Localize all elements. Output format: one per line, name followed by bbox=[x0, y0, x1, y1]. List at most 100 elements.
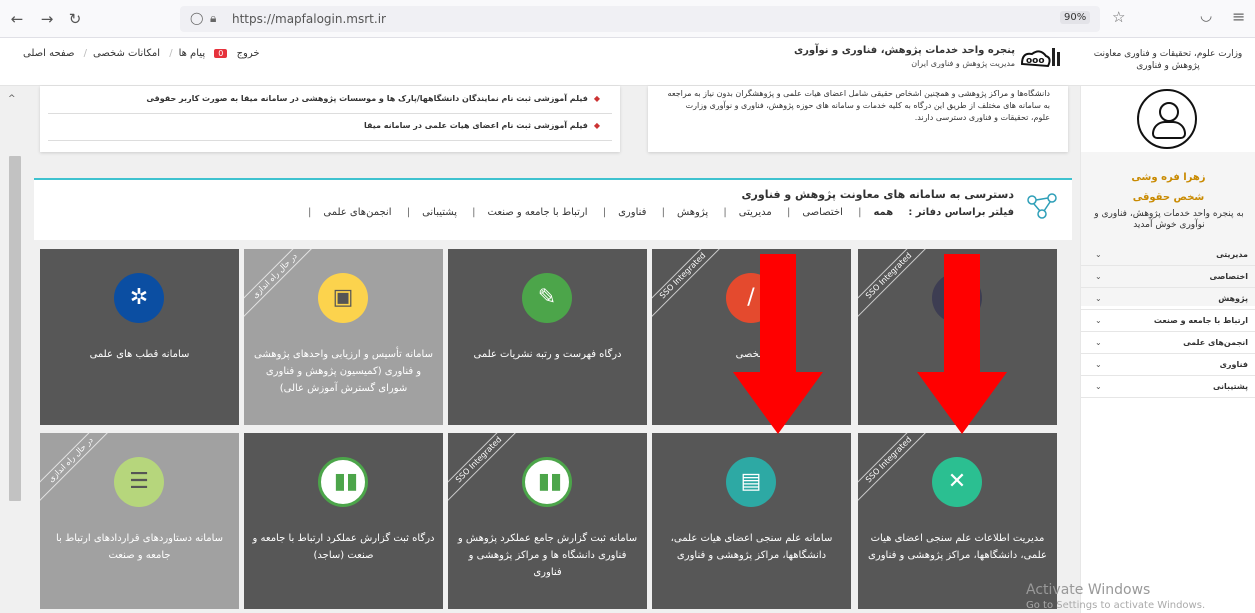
tile-title: سامانه تأسیس و ارزیابی واحدهای پژوهشی و … bbox=[254, 349, 433, 394]
chevron-down-icon: ⌄ bbox=[1095, 294, 1102, 303]
chevron-down-icon: ⌄ bbox=[1095, 382, 1102, 391]
avatar-icon bbox=[1137, 89, 1197, 149]
tile-title: سامانه قطب های علمی bbox=[89, 349, 190, 360]
forward-icon[interactable]: → bbox=[38, 10, 56, 28]
status-ribbon: در حال راه اندازی bbox=[244, 249, 319, 320]
tile-journals[interactable]: ✎ درگاه فهرست و رتبه نشریات علمی bbox=[448, 249, 647, 425]
film-link[interactable]: فیلم آموزشی ثبت نام نمایندگان دانشگاهها/… bbox=[146, 94, 600, 103]
sidebar-item-label: اختصاصی bbox=[1209, 272, 1248, 281]
tile-title: سامانه ثبت گزارش جامع عملکرد پژوهش و فنا… bbox=[457, 533, 638, 578]
url-bar[interactable]: ◯ 🔒︎ https://mapfalogin.msrt.ir bbox=[180, 6, 1100, 32]
filter-option[interactable]: پشتیبانی bbox=[422, 207, 457, 218]
sidebar-item-associations[interactable]: انجمن‌های علمی ⌄ bbox=[1081, 332, 1255, 354]
scrollbar-thumb[interactable] bbox=[9, 156, 21, 501]
sidebar-item-management[interactable]: مدیریتی ⌄ bbox=[1081, 244, 1255, 266]
tile-scientometrics[interactable]: ▤ سامانه علم سنجی اعضای هیات علمی، دانشگ… bbox=[652, 433, 851, 609]
intro-card: دانشگاه‌ها و مراکز پژوهشی و همچنین اشخاص… bbox=[648, 86, 1068, 152]
back-icon[interactable]: ← bbox=[8, 10, 26, 28]
tree-icon: ✲ bbox=[114, 273, 164, 323]
chevron-down-icon: ⌄ bbox=[1095, 338, 1102, 347]
filter-option[interactable]: مدیریتی bbox=[739, 207, 772, 218]
zoom-level[interactable]: 90% bbox=[1060, 11, 1091, 24]
filter-option[interactable]: پژوهش bbox=[677, 207, 708, 218]
scroll-up-icon[interactable]: ^ bbox=[8, 94, 16, 104]
tile-comprehensive-report[interactable]: SSO Integrated ▮▮ سامانه ثبت گزارش جامع … bbox=[448, 433, 647, 609]
home-link[interactable]: صفحه اصلی bbox=[23, 48, 74, 59]
red-arrow bbox=[733, 254, 823, 434]
status-ribbon: در حال راه اندازی bbox=[40, 433, 115, 504]
status-ribbon: SSO Integrated bbox=[448, 433, 523, 504]
sidebar-item-label: پشتیبانی bbox=[1212, 382, 1248, 391]
messages-link[interactable]: پیام ها bbox=[179, 48, 206, 59]
sidebar-menu: مدیریتی ⌄ اختصاصی ⌄ پژوهش ⌄ ارتباط با جامعه… bbox=[1081, 244, 1255, 398]
filter-row: فیلتر براساس دفاتر : همه| اختصاصی| مدیری… bbox=[307, 207, 1014, 218]
filter-option[interactable]: فناوری bbox=[618, 207, 646, 218]
reload-icon[interactable]: ↻ bbox=[66, 10, 84, 28]
svg-text:ooo: ooo bbox=[1026, 56, 1045, 66]
sidebar-item-label: فناوری bbox=[1219, 360, 1248, 369]
user-name: زهرا فره وشی bbox=[1131, 172, 1206, 183]
tile-title: مدیریت اطلاعات علم سنجی اعضای هیات علمی،… bbox=[868, 533, 1047, 561]
sidebar-item-support[interactable]: پشتیبانی ⌄ bbox=[1081, 376, 1255, 398]
tile-scientific-poles[interactable]: ✲ سامانه قطب های علمی bbox=[40, 249, 239, 425]
scroll-icon: ☰ bbox=[114, 457, 164, 507]
filter-option[interactable]: ارتباط با جامعه و صنعت bbox=[488, 207, 588, 218]
sidebar-item-label: انجمن‌های علمی bbox=[1183, 338, 1248, 347]
filter-option[interactable]: همه bbox=[873, 207, 893, 218]
personal-link[interactable]: امکانات شخصی bbox=[93, 48, 160, 59]
tile-title: سامانه علم سنجی اعضای هیات علمی، دانشگاه… bbox=[670, 533, 833, 561]
user-type: شخص حقوقی bbox=[1132, 192, 1205, 203]
sidebar-item-label: مدیریتی bbox=[1216, 250, 1248, 259]
sidebar-item-label: ارتباط با جامعه و صنعت bbox=[1153, 316, 1248, 325]
tile-title: درگاه فهرست و رتبه نشریات علمی bbox=[473, 349, 622, 360]
lock-icon: 🔒︎ bbox=[210, 11, 217, 25]
sidebar-item-exclusive[interactable]: اختصاصی ⌄ bbox=[1081, 266, 1255, 288]
sidebar-item-technology[interactable]: فناوری ⌄ bbox=[1081, 354, 1255, 376]
tile-title: درگاه ثبت گزارش عملکرد ارتباط با جامعه و… bbox=[252, 533, 435, 561]
filter-option[interactable]: انجمن‌های علمی bbox=[323, 207, 391, 218]
portal-logo: ooo bbox=[1020, 48, 1060, 68]
bar-chart-icon: ▮▮ bbox=[318, 457, 368, 507]
film-link[interactable]: فیلم آموزشی ثبت نام اعضای هیات علمی در س… bbox=[364, 121, 600, 130]
top-links: خروج 0 پیام ها/ امکانات شخصی/ صفحه اصلی bbox=[23, 48, 260, 59]
shield-icon: ◯ bbox=[190, 11, 204, 25]
films-card: فیلم آموزشی ثبت نام نمایندگان دانشگاهها/… bbox=[40, 86, 620, 152]
url-text: https://mapfalogin.msrt.ir bbox=[232, 12, 386, 26]
status-ribbon: SSO Integrated bbox=[652, 249, 727, 320]
sidebar: زهرا فره وشی شخص حقوقی به پنجره واحد خدم… bbox=[1080, 86, 1255, 613]
filter-option[interactable]: اختصاصی bbox=[802, 207, 843, 218]
windows-watermark: Activate Windows bbox=[1026, 582, 1151, 598]
logout-link[interactable]: خروج bbox=[237, 48, 260, 59]
chevron-down-icon: ⌄ bbox=[1095, 250, 1102, 259]
chevron-down-icon: ⌄ bbox=[1095, 360, 1102, 369]
messages-badge: 0 bbox=[214, 49, 228, 58]
windows-watermark-sub: Go to Settings to activate Windows. bbox=[1026, 600, 1206, 611]
bookmark-star-icon[interactable]: ☆ bbox=[1112, 8, 1125, 26]
ministry-name: وزارت علوم، تحقیقات و فناوری معاونت پژوه… bbox=[1093, 49, 1243, 71]
site-header: وزارت علوم، تحقیقات و فناوری معاونت پژوه… bbox=[0, 38, 1255, 86]
hamburger-menu-icon[interactable]: ≡ bbox=[1232, 7, 1245, 26]
sidebar-item-label: پژوهش bbox=[1218, 294, 1248, 303]
pocket-icon[interactable]: ◡ bbox=[1200, 8, 1212, 24]
filter-label: فیلتر براساس دفاتر : bbox=[908, 207, 1014, 218]
sidebar-item-research[interactable]: پژوهش ⌄ bbox=[1081, 288, 1255, 310]
access-title: دسترسی به سامانه های معاونت پژوهش و فناو… bbox=[741, 188, 1014, 201]
filter-card: دسترسی به سامانه های معاونت پژوهش و فناو… bbox=[34, 178, 1072, 240]
reader-icon: ✎ bbox=[522, 273, 572, 323]
intro-text: دانشگاه‌ها و مراکز پژوهشی و همچنین اشخاص… bbox=[667, 89, 1050, 122]
bar-chart-icon: ▮▮ bbox=[522, 457, 572, 507]
tile-research-units[interactable]: در حال راه اندازی ▣ سامانه تأسیس و ارزیا… bbox=[244, 249, 443, 425]
tile-sajed[interactable]: ▮▮ درگاه ثبت گزارش عملکرد ارتباط با جامع… bbox=[244, 433, 443, 609]
network-icon bbox=[1027, 193, 1057, 219]
tile-contracts[interactable]: در حال راه اندازی ☰ سامانه دستاوردهای قر… bbox=[40, 433, 239, 609]
sidebar-item-industry[interactable]: ارتباط با جامعه و صنعت ⌄ bbox=[1081, 310, 1255, 332]
tile-title: سامانه دستاوردهای قراردادهای ارتباط با ج… bbox=[55, 533, 224, 561]
red-arrow bbox=[917, 254, 1007, 434]
clipboard-icon: ▤ bbox=[726, 457, 776, 507]
browser-toolbar: ← → ↻ ◯ 🔒︎ https://mapfalogin.msrt.ir 90… bbox=[0, 0, 1255, 38]
portal-title: پنجره واحد خدمات پژوهش، فناوری و نوآوری bbox=[793, 45, 1015, 56]
portal-subtitle: مدیریت پژوهش و فناوری ایران bbox=[911, 59, 1015, 68]
tools-icon: ✕ bbox=[932, 457, 982, 507]
chevron-down-icon: ⌄ bbox=[1095, 272, 1102, 281]
monitor-icon: ▣ bbox=[318, 273, 368, 323]
